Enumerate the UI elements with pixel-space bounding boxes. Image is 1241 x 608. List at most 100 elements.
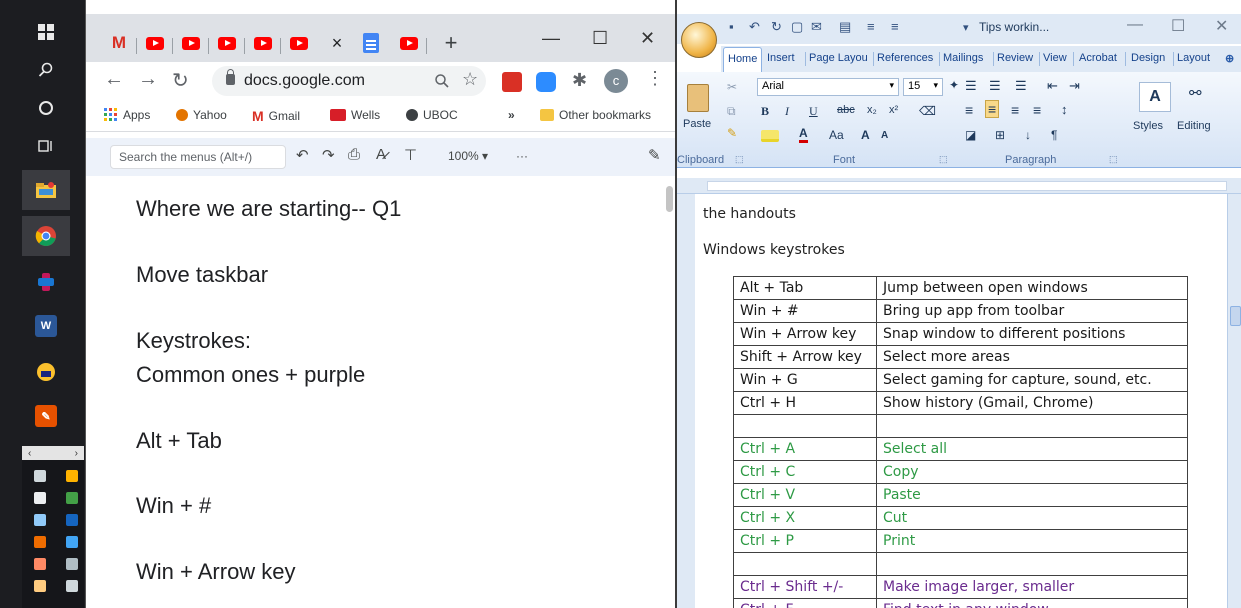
shrink-font-icon[interactable]: A (881, 130, 888, 141)
colored-tray-icon[interactable] (66, 492, 78, 504)
speaker-icon[interactable] (34, 558, 46, 570)
cortana-icon[interactable] (22, 90, 70, 126)
search-icon[interactable] (22, 52, 70, 88)
tab-references[interactable]: References (877, 52, 933, 64)
tab-view[interactable]: View (1043, 52, 1067, 64)
bookmark-gmail[interactable]: M Gmail (252, 108, 300, 124)
superscript-icon[interactable]: x² (889, 104, 898, 116)
tab-youtube-2[interactable] (178, 30, 204, 56)
redo-icon[interactable]: ↻ (771, 19, 782, 35)
word-minimize-icon[interactable]: — (1127, 16, 1143, 34)
highlight-icon[interactable] (761, 130, 779, 142)
more-tools-icon[interactable]: ··· (516, 149, 528, 163)
new-doc-icon[interactable]: ▢ (791, 19, 803, 35)
tab-page-layout[interactable]: Page Layou (809, 52, 868, 64)
tab-review[interactable]: Review (997, 52, 1033, 64)
tab-youtube-6[interactable] (396, 30, 422, 56)
paragraph-dialog-launcher-icon[interactable]: ⬚ (1109, 154, 1118, 165)
cut-icon[interactable]: ✂ (727, 80, 737, 94)
undo-icon[interactable]: ↶ (296, 146, 309, 164)
paste-icon[interactable] (687, 84, 709, 112)
edit-pencil-icon[interactable]: ✎ (648, 146, 661, 164)
styles-button[interactable]: Styles (1133, 120, 1163, 132)
reload-icon[interactable]: ↻ (172, 68, 189, 93)
zoom-extension-icon[interactable] (536, 72, 556, 92)
word-close-icon[interactable]: ✕ (1215, 16, 1228, 36)
word-scrollbar-thumb[interactable] (1230, 306, 1241, 326)
spellcheck-icon[interactable]: A̷ (376, 146, 386, 163)
bookmark-apps[interactable]: Apps (104, 108, 150, 122)
security-icon[interactable] (66, 470, 78, 482)
bluetooth-icon[interactable] (66, 514, 78, 526)
increase-indent-icon[interactable]: ⇥ (1069, 78, 1080, 94)
tab-youtube-3[interactable] (214, 30, 240, 56)
tab-google-docs[interactable] (358, 30, 384, 56)
zoom-icon[interactable] (434, 73, 450, 89)
bookmark-star-icon[interactable]: ☆ (462, 69, 478, 90)
app-icon[interactable] (22, 262, 70, 302)
location-icon[interactable] (34, 580, 46, 592)
chevron-left-icon[interactable]: ‹ (28, 448, 31, 459)
app-icon-orange[interactable]: ✎ (22, 396, 70, 436)
monitor-icon[interactable] (34, 514, 46, 526)
tab-youtube-4[interactable] (250, 30, 276, 56)
email-icon[interactable]: ✉ (811, 19, 822, 35)
close-icon[interactable]: ✕ (640, 28, 655, 49)
dialog-launcher-icon[interactable]: ⬚ (735, 154, 744, 165)
align-icon[interactable]: ≡ (867, 19, 875, 34)
decrease-indent-icon[interactable]: ⇤ (1047, 78, 1058, 94)
clear-formatting-icon[interactable]: ⌫ (919, 104, 936, 118)
save-icon[interactable]: ▪ (729, 19, 734, 34)
bookmark-other[interactable]: Other bookmarks (540, 108, 651, 122)
bold-icon[interactable]: B (761, 104, 769, 119)
bookmark-wells[interactable]: Wells (330, 108, 380, 122)
wifi-icon[interactable] (66, 558, 78, 570)
word-document-page[interactable]: the handouts Windows keystrokes Alt + Ta… (695, 194, 1227, 608)
new-tab-plus-icon[interactable]: + (438, 30, 464, 56)
show-marks-icon[interactable]: ¶ (1051, 128, 1057, 142)
forward-arrow-icon[interactable]: → (138, 68, 158, 91)
print-icon[interactable]: ⎙ (348, 146, 360, 163)
tab-design[interactable]: Design (1131, 52, 1165, 64)
font-size-box[interactable]: 15 ▾ (903, 78, 943, 96)
extension-icon-red[interactable] (502, 72, 522, 92)
paint-format-icon[interactable]: ⊤ (404, 146, 417, 164)
word-ruler[interactable] (677, 178, 1241, 194)
italic-icon[interactable]: I (785, 104, 789, 119)
network-tray-icon[interactable] (66, 536, 78, 548)
bullets-icon[interactable]: ☰ (965, 78, 977, 94)
multilevel-list-icon[interactable]: ☰ (1015, 78, 1027, 94)
chrome-menu-icon[interactable]: ⋮ (646, 68, 664, 89)
redo-icon[interactable]: ↷ (322, 146, 335, 164)
font-name-box[interactable]: Arial ▾ (757, 78, 899, 96)
app-tray-icon[interactable] (34, 536, 46, 548)
tab-youtube-5[interactable] (286, 30, 312, 56)
file-explorer-icon[interactable] (22, 170, 70, 210)
change-case-icon[interactable]: Aa (829, 128, 844, 142)
align-right-icon[interactable]: ≡ (1011, 102, 1019, 118)
align-left-icon[interactable]: ≡ (965, 102, 973, 118)
maximize-icon[interactable]: ☐ (592, 28, 608, 49)
align-center-icon[interactable]: ≡ (985, 100, 1000, 118)
tab-youtube-1[interactable] (142, 30, 168, 56)
subscript-icon[interactable]: x₂ (867, 104, 877, 116)
vpn-icon[interactable] (22, 352, 70, 392)
chrome-icon[interactable] (22, 216, 70, 256)
sort-icon[interactable]: ↓ (1025, 128, 1031, 142)
word-maximize-icon[interactable]: ☐ (1171, 16, 1185, 36)
align-icon-2[interactable]: ≡ (891, 19, 899, 34)
bookmark-yahoo[interactable]: Yahoo (176, 108, 227, 122)
volume-icon[interactable] (66, 580, 78, 592)
styles-gallery-icon[interactable]: A (1139, 82, 1171, 112)
numbering-icon[interactable]: ☰ (989, 78, 1001, 94)
font-color-icon[interactable]: A (799, 126, 808, 143)
paste-button[interactable]: Paste (683, 118, 711, 130)
strikethrough-icon[interactable]: abc (837, 104, 855, 116)
tab-layout[interactable]: Layout (1177, 52, 1210, 64)
underline-icon[interactable]: U (809, 104, 818, 119)
address-bar[interactable]: docs.google.com ☆ (212, 66, 486, 96)
profile-avatar[interactable]: c (604, 69, 628, 93)
back-arrow-icon[interactable]: ← (104, 68, 124, 91)
bookmarks-overflow[interactable]: » (508, 108, 515, 122)
help-icon[interactable]: ⊕ (1225, 52, 1234, 65)
